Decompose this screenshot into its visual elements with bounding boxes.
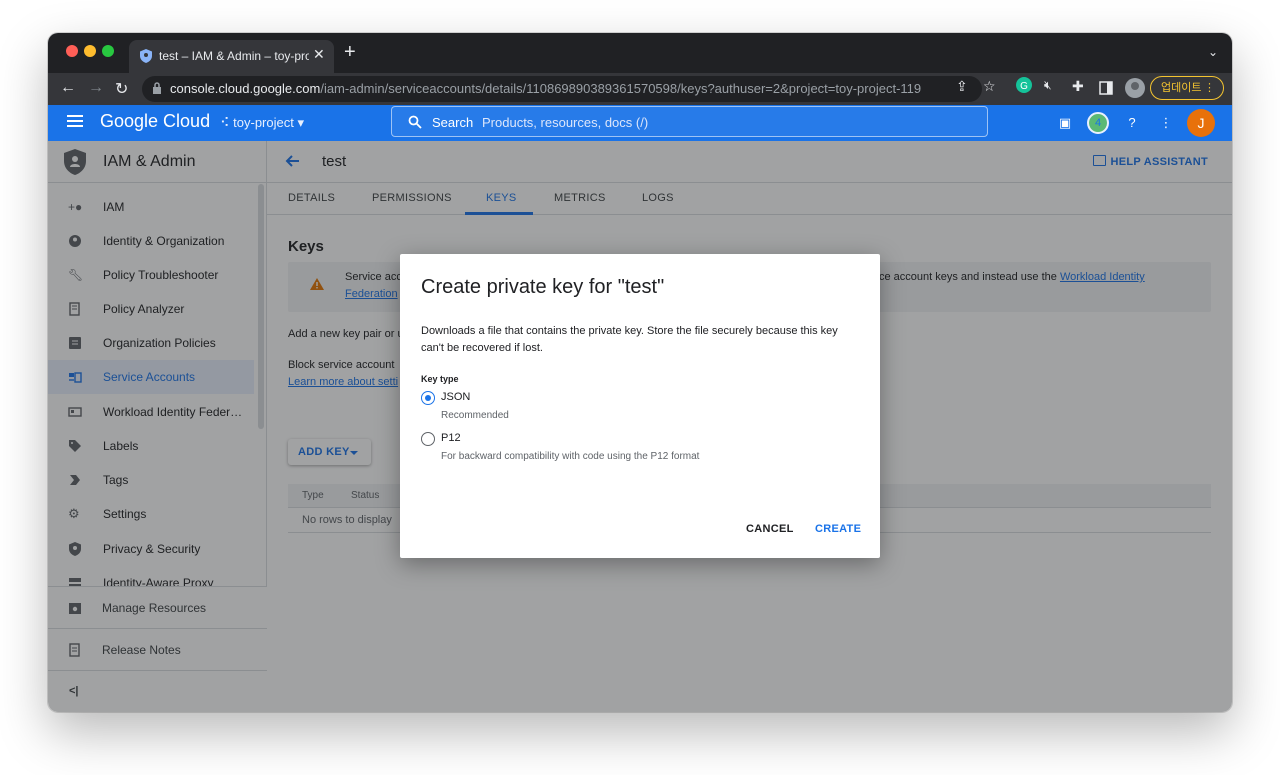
json-option-sub: Recommended — [441, 410, 509, 421]
dialog-title: Create private key for "test" — [421, 276, 665, 298]
svg-text:G: G — [1020, 81, 1028, 92]
tab-search-chevron-icon[interactable]: ⌄ — [1208, 45, 1218, 59]
share-icon[interactable]: ⇪ — [956, 78, 968, 95]
json-radio[interactable] — [421, 391, 435, 405]
search-input[interactable]: Search Products, resources, docs (/) — [391, 106, 988, 137]
browser-toolbar: ← → ↻ console.cloud.google.com/iam-admin… — [48, 73, 1232, 105]
minimize-window-button[interactable] — [84, 45, 96, 57]
grammarly-extension-icon[interactable]: G — [1016, 77, 1032, 93]
tab-title: test – IAM & Admin – toy-proje — [159, 49, 309, 63]
lock-icon — [153, 82, 161, 94]
search-icon — [408, 115, 422, 129]
p12-radio[interactable] — [421, 432, 435, 446]
key-type-label: Key type — [421, 374, 459, 384]
account-avatar[interactable]: J — [1187, 109, 1215, 137]
project-nodes-icon: ⠪ — [220, 115, 230, 130]
cloud-shell-terminal-icon[interactable]: ▣ — [1057, 115, 1073, 131]
sidepanel-icon[interactable] — [1099, 81, 1113, 95]
address-bar[interactable]: console.cloud.google.com/iam-admin/servi… — [142, 76, 982, 102]
maximize-window-button[interactable] — [102, 45, 114, 57]
cancel-button[interactable]: CANCEL — [746, 523, 794, 535]
p12-option-sub: For backward compatibility with code usi… — [441, 451, 700, 462]
project-picker[interactable]: ⠪ toy-project ▾ — [220, 115, 304, 131]
mute-icon[interactable]: 🔇︎ — [1044, 78, 1052, 93]
bookmark-star-icon[interactable]: ☆ — [983, 78, 996, 95]
json-option-label[interactable]: JSON — [441, 391, 470, 403]
more-vert-icon[interactable]: ⋮ — [1158, 115, 1174, 131]
close-tab-icon[interactable]: ✕ — [313, 46, 325, 63]
project-name: toy-project — [233, 115, 294, 130]
url-text: console.cloud.google.com/iam-admin/servi… — [170, 81, 921, 96]
chevron-down-icon: ▾ — [297, 115, 305, 130]
search-placeholder: Products, resources, docs (/) — [482, 115, 649, 130]
new-tab-icon[interactable]: + — [344, 41, 356, 64]
dialog-description: Downloads a file that contains the priva… — [421, 325, 838, 354]
forward-arrow-icon[interactable]: → — [88, 79, 104, 97]
help-icon[interactable]: ? — [1124, 115, 1140, 131]
close-window-button[interactable] — [66, 45, 78, 57]
search-label: Search — [432, 115, 474, 130]
reload-icon[interactable]: ↻ — [115, 79, 128, 99]
google-cloud-logo[interactable]: Google Cloud — [100, 111, 210, 132]
hamburger-menu-icon[interactable] — [67, 115, 83, 127]
browser-tab[interactable]: test – IAM & Admin – toy-proje ✕ — [129, 40, 334, 73]
url-path: /iam-admin/serviceaccounts/details/11086… — [320, 81, 922, 96]
tab-bar: test – IAM & Admin – toy-proje ✕ + ⌄ — [48, 33, 1232, 73]
url-domain: console.cloud.google.com — [170, 81, 321, 96]
more-vert-icon: ⋮ — [1204, 82, 1215, 94]
update-label: 업데이트 — [1161, 82, 1202, 94]
console-header: Google Cloud ⠪ toy-project ▾ Search Prod… — [48, 105, 1232, 141]
create-private-key-dialog: Create private key for "test" Downloads … — [400, 254, 880, 558]
shield-favicon-icon — [140, 49, 152, 63]
p12-option-label[interactable]: P12 — [441, 432, 461, 444]
extensions-puzzle-icon[interactable]: ✚ — [1072, 78, 1084, 95]
update-button[interactable]: 업데이트 ⋮ — [1150, 76, 1224, 100]
create-button[interactable]: CREATE — [815, 523, 861, 535]
back-arrow-icon[interactable]: ← — [60, 79, 76, 97]
profile-avatar[interactable] — [1125, 78, 1145, 98]
notifications-badge[interactable]: 4 — [1087, 112, 1109, 134]
